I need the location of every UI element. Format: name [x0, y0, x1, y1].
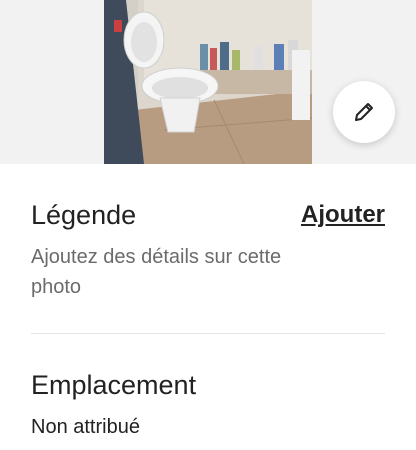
photo-image	[104, 0, 312, 164]
listing-photo[interactable]	[104, 0, 312, 164]
photo-area	[0, 0, 416, 164]
edit-photo-button[interactable]	[333, 81, 395, 143]
location-title: Emplacement	[31, 370, 197, 400]
section-divider	[31, 333, 385, 334]
pencil-icon	[355, 103, 373, 121]
caption-hint: Ajoutez des détails sur cette photo	[31, 246, 282, 298]
add-caption-link[interactable]: Ajouter	[301, 203, 385, 227]
location-value: Non attribué	[31, 416, 140, 438]
caption-title: Légende	[31, 200, 137, 230]
